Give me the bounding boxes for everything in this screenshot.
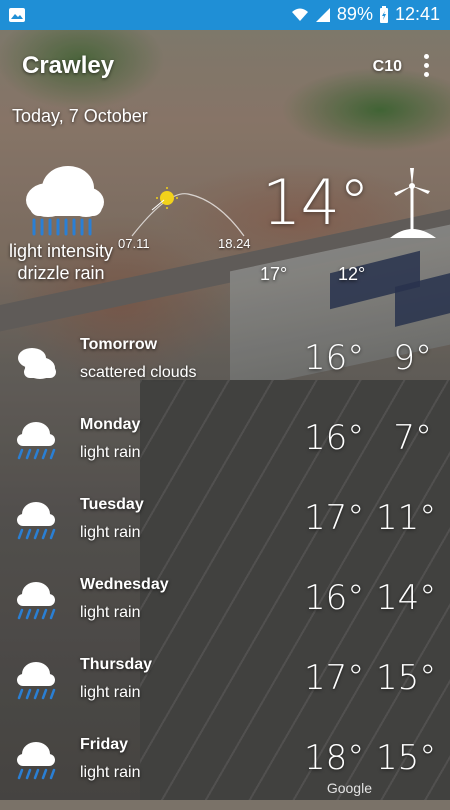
- forecast-condition: scattered clouds: [80, 364, 197, 381]
- overflow-menu-icon[interactable]: [424, 54, 430, 77]
- forecast-low: 11°: [376, 498, 437, 538]
- sun-icon: [151, 187, 178, 211]
- forecast-condition: light rain: [80, 524, 141, 541]
- forecast-day: Monday: [80, 416, 141, 433]
- battery-percent: 89%: [336, 4, 373, 24]
- forecast-low: 15°: [376, 738, 437, 778]
- light-rain-icon: [17, 742, 56, 780]
- sunset-time: 18.24: [218, 236, 251, 251]
- forecast-row[interactable]: Tuesday light rain 17° 11°: [0, 490, 450, 570]
- forecast-condition: light rain: [80, 444, 141, 461]
- light-rain-icon: [17, 502, 56, 540]
- signal-icon: [315, 7, 330, 22]
- forecast-high: 16°: [304, 418, 365, 458]
- drizzle-rain-icon: [26, 166, 104, 236]
- forecast-row[interactable]: Monday light rain 16° 7°: [0, 410, 450, 490]
- forecast-day: Thursday: [80, 656, 153, 673]
- forecast-high: 17°: [304, 498, 365, 538]
- sun-arc: [131, 193, 245, 237]
- today-min-temp: 12°: [338, 264, 366, 284]
- forecast-high: 16°: [304, 578, 365, 618]
- forecast-condition: light rain: [80, 764, 141, 781]
- current-condition: light intensity drizzle rain: [8, 241, 114, 283]
- forecast-low: 15°: [376, 658, 437, 698]
- city-name[interactable]: Crawley: [22, 52, 114, 80]
- current-temperature: 14°: [262, 166, 370, 239]
- wind-turbine-icon: [390, 168, 436, 238]
- forecast-condition: light rain: [80, 604, 141, 621]
- forecast-day: Wednesday: [80, 576, 169, 593]
- light-rain-icon: [17, 662, 56, 700]
- today-max-temp: 17°: [260, 264, 288, 284]
- photo-notification-icon: [9, 8, 25, 22]
- forecast-high: 16°: [304, 338, 365, 378]
- light-rain-icon: [17, 582, 56, 620]
- forecast-high: 18°: [304, 738, 365, 778]
- location-code[interactable]: C10: [373, 58, 402, 76]
- forecast-day: Tuesday: [80, 496, 144, 513]
- current-date: Today, 7 October: [12, 106, 148, 126]
- wifi-icon: [291, 8, 308, 21]
- sunrise-time: 07.11: [118, 236, 150, 251]
- forecast-row[interactable]: Tomorrow scattered clouds 16° 9°: [0, 330, 450, 410]
- forecast-low: 9°: [393, 338, 432, 378]
- scattered-clouds-icon: [18, 348, 56, 379]
- forecast-high: 17°: [304, 658, 365, 698]
- forecast-row[interactable]: Friday light rain 18° 15°: [0, 730, 450, 810]
- forecast-day: Friday: [80, 736, 129, 753]
- google-attribution: Google: [326, 780, 372, 796]
- light-rain-icon: [17, 422, 56, 460]
- forecast-condition: light rain: [80, 684, 141, 701]
- forecast-row[interactable]: Wednesday light rain 16° 14°: [0, 570, 450, 650]
- forecast-low: 14°: [376, 578, 437, 618]
- status-time: 12:41: [394, 4, 440, 24]
- forecast-day: Tomorrow: [80, 336, 158, 353]
- battery-charging-icon: [379, 5, 388, 23]
- forecast-row[interactable]: Thursday light rain 17° 15°: [0, 650, 450, 730]
- status-bar: 89% 12:41: [0, 0, 450, 30]
- forecast-low: 7°: [393, 418, 432, 458]
